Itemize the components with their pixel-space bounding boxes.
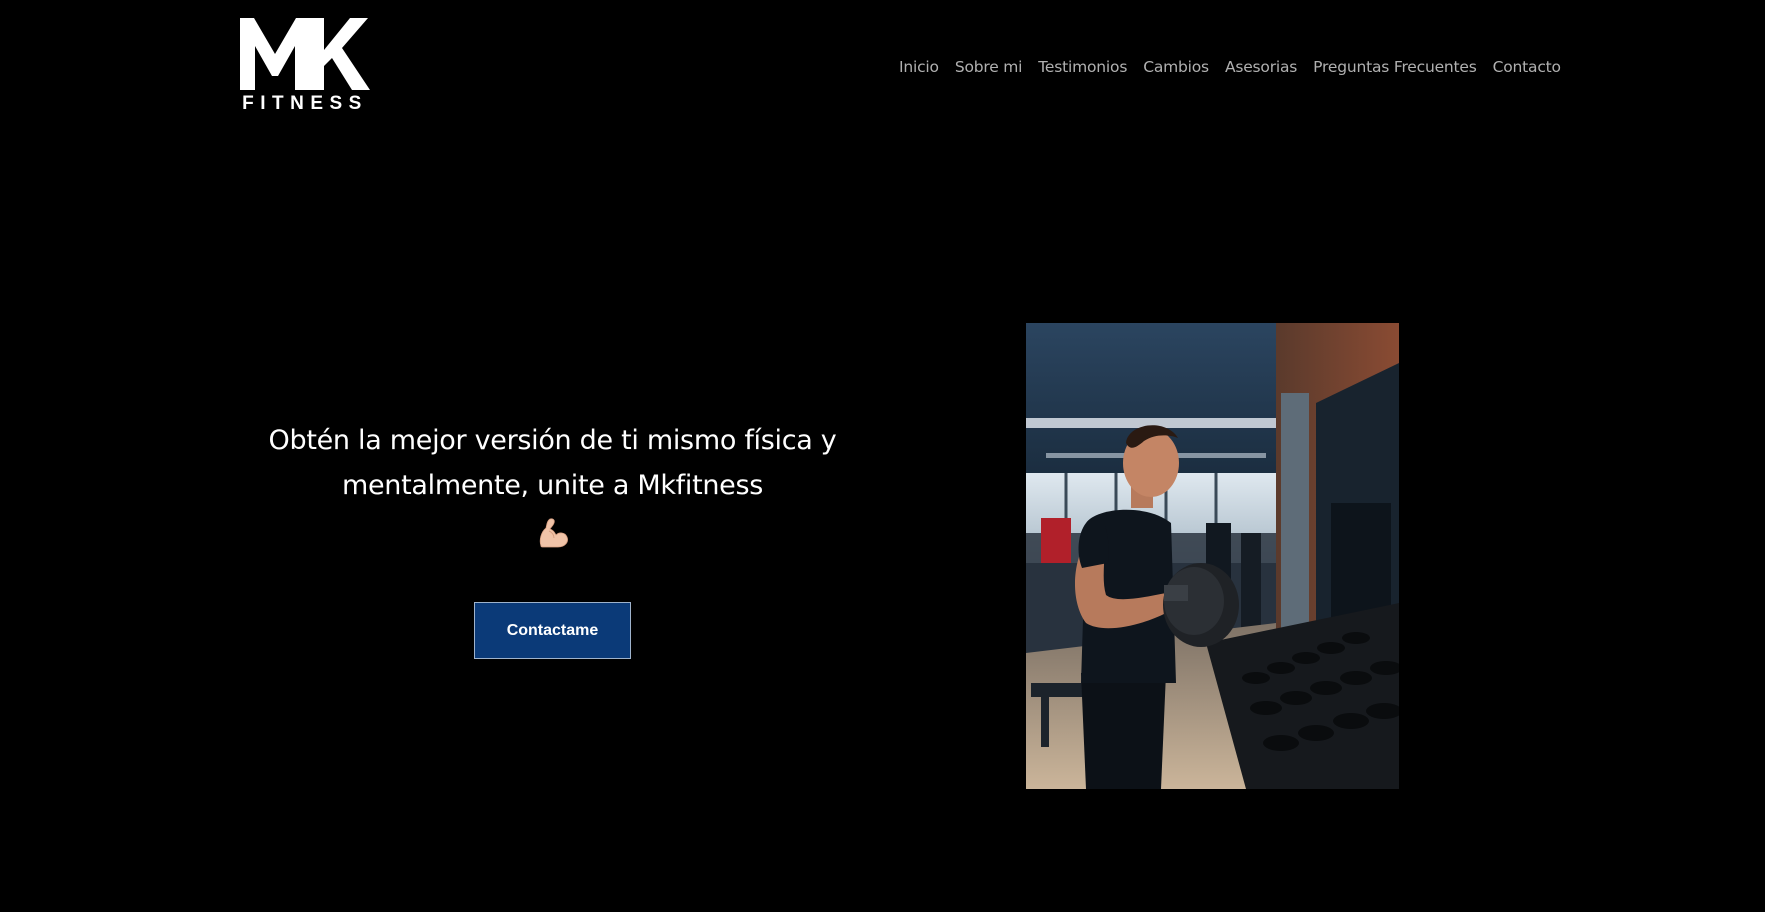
- mk-logo-mark: [240, 18, 370, 90]
- hero-headline-line2: mentalmente, unite a Mkfitness: [341, 470, 764, 501]
- hero-headline-line1: Obtén la mejor versión de ti mismo físic…: [268, 425, 837, 456]
- flexed-biceps-icon: [539, 518, 568, 548]
- contact-button[interactable]: Contactame: [474, 602, 631, 659]
- nav-item-contacto[interactable]: Contacto: [1493, 58, 1561, 76]
- nav-item-inicio[interactable]: Inicio: [899, 58, 939, 76]
- brand-logo[interactable]: FITNESS: [240, 18, 370, 116]
- gym-photo: [1026, 323, 1399, 789]
- nav-item-sobre-mi[interactable]: Sobre mi: [955, 58, 1023, 76]
- hero-image: [1026, 323, 1399, 789]
- main-nav: Inicio Sobre mi Testimonios Cambios Ases…: [899, 58, 1561, 76]
- hero-headline: Obtén la mejor versión de ti mismo físic…: [250, 418, 855, 508]
- nav-item-testimonios[interactable]: Testimonios: [1038, 58, 1127, 76]
- nav-item-cambios[interactable]: Cambios: [1143, 58, 1209, 76]
- logo-wordmark: FITNESS: [242, 93, 368, 114]
- nav-item-preguntas-frecuentes[interactable]: Preguntas Frecuentes: [1313, 58, 1477, 76]
- nav-item-asesorias[interactable]: Asesorias: [1225, 58, 1297, 76]
